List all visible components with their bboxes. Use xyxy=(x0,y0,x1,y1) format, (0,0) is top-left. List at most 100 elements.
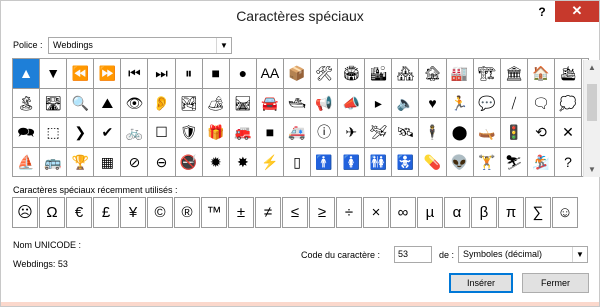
recent-character[interactable]: π xyxy=(498,197,524,228)
recent-character[interactable]: Ω xyxy=(39,197,65,228)
couple-icon[interactable]: 🚻 xyxy=(365,147,393,177)
recent-character[interactable]: ® xyxy=(174,197,200,228)
pause-icon[interactable]: ⏸ xyxy=(175,59,203,89)
ship-icon[interactable]: 🛳 xyxy=(555,59,583,89)
close-button[interactable]: Fermer xyxy=(522,273,589,293)
city-icon[interactable]: 🏙 xyxy=(365,59,393,89)
recent-character[interactable]: µ xyxy=(417,197,443,228)
phone-icon[interactable]: ▯ xyxy=(284,147,312,177)
factory-icon[interactable]: 🏭 xyxy=(446,59,474,89)
question-icon[interactable]: ? xyxy=(555,147,583,177)
comment-icon[interactable]: 💭 xyxy=(555,88,583,118)
font-size-icon[interactable]: AA xyxy=(256,59,284,89)
camping-icon[interactable]: 🏕 xyxy=(202,88,230,118)
recent-character[interactable]: × xyxy=(363,197,389,228)
package-icon[interactable]: 📦 xyxy=(284,59,312,89)
recent-character[interactable]: © xyxy=(147,197,173,228)
museum-icon[interactable]: 🏛 xyxy=(500,59,528,89)
skip-forward-icon[interactable]: ⏭ xyxy=(148,59,176,89)
discussion-icon[interactable]: 🗪 xyxy=(13,118,41,148)
prohibited-icon[interactable]: ⊖ xyxy=(148,147,176,177)
house-icon[interactable]: 🏠 xyxy=(527,59,555,89)
airplane-icon[interactable]: ✈ xyxy=(338,118,366,148)
chat-icon[interactable]: 🗨 xyxy=(527,88,555,118)
recent-character[interactable]: ≤ xyxy=(282,197,308,228)
font-select[interactable]: Webdings ▼ xyxy=(48,37,232,54)
rewind-icon[interactable]: ⏪ xyxy=(67,59,95,89)
megaphone-icon[interactable]: 📢 xyxy=(311,88,339,118)
record-icon[interactable]: ● xyxy=(229,59,257,89)
recent-character[interactable]: ☹ xyxy=(12,197,38,228)
recent-character[interactable]: β xyxy=(471,197,497,228)
bicycle-icon[interactable]: 🚲 xyxy=(121,118,149,148)
scroll-down-icon[interactable]: ▼ xyxy=(584,162,600,177)
fast-forward-icon[interactable]: ⏩ xyxy=(94,59,122,89)
recent-character[interactable]: ¥ xyxy=(120,197,146,228)
sailing-icon[interactable]: ⛵ xyxy=(13,147,41,177)
slash-icon[interactable]: ⧸ xyxy=(500,88,528,118)
chevron-down-icon[interactable]: ▼ xyxy=(572,247,587,262)
scroll-thumb[interactable] xyxy=(587,84,597,121)
building-icon[interactable]: 🏚 xyxy=(419,59,447,89)
recent-character[interactable]: ∞ xyxy=(390,197,416,228)
fire-truck-icon[interactable]: 🚒 xyxy=(229,118,257,148)
trophy-icon[interactable]: 🏆 xyxy=(67,147,95,177)
volume-icon[interactable]: 🔈 xyxy=(392,88,420,118)
recent-character[interactable]: ÷ xyxy=(336,197,362,228)
industry-icon[interactable]: 🏗 xyxy=(473,59,501,89)
scroll-up-icon[interactable]: ▲ xyxy=(584,60,600,75)
baby-icon[interactable]: 🚼 xyxy=(392,147,420,177)
snowboarder-icon[interactable]: 🏂 xyxy=(527,147,555,177)
recent-character[interactable]: ≠ xyxy=(255,197,281,228)
lightning-icon[interactable]: ⚡ xyxy=(256,147,284,177)
triangle-up-icon[interactable]: ▲ xyxy=(13,59,41,89)
stop-icon[interactable]: ■ xyxy=(202,59,230,89)
weightlifter-icon[interactable]: 🏋 xyxy=(473,147,501,177)
traffic-icon[interactable]: 🚦 xyxy=(500,118,528,148)
pill-icon[interactable]: 💊 xyxy=(419,147,447,177)
character-code-input[interactable]: 53 xyxy=(394,246,432,263)
dashed-box-icon[interactable]: ⬚ xyxy=(40,118,68,148)
tools-icon[interactable]: 🛠 xyxy=(311,59,339,89)
skip-back-icon[interactable]: ⏮ xyxy=(121,59,149,89)
satellite-icon[interactable]: 🛰 xyxy=(392,118,420,148)
speaker-icon[interactable]: 📣 xyxy=(338,88,366,118)
ambulance-icon[interactable]: 🚑 xyxy=(284,118,312,148)
circle-icon[interactable]: ⬤ xyxy=(446,118,474,148)
explosion-icon[interactable]: ✹ xyxy=(202,147,230,177)
recent-character[interactable]: ™ xyxy=(201,197,227,228)
check-icon[interactable]: ✔ xyxy=(94,118,122,148)
eye-icon[interactable]: 👁 xyxy=(121,88,149,118)
grid-scrollbar[interactable]: ▲ ▼ xyxy=(583,60,600,177)
flag-icon[interactable]: ▸ xyxy=(365,88,393,118)
woman-icon[interactable]: 🚺 xyxy=(338,147,366,177)
speech-bubble-icon[interactable]: 💬 xyxy=(473,88,501,118)
recent-character[interactable]: ∑ xyxy=(525,197,551,228)
recent-character[interactable]: ≥ xyxy=(309,197,335,228)
recent-character[interactable]: ± xyxy=(228,197,254,228)
recent-character[interactable]: £ xyxy=(93,197,119,228)
magnifier-icon[interactable]: 🔍 xyxy=(67,88,95,118)
recent-character[interactable]: € xyxy=(66,197,92,228)
stadium-icon[interactable]: 🏟 xyxy=(338,59,366,89)
shield-icon[interactable]: 🛡 xyxy=(175,118,203,148)
empty-square-icon[interactable]: ☐ xyxy=(148,118,176,148)
chevron-icon[interactable]: ❯ xyxy=(67,118,95,148)
island-icon[interactable]: 🏝 xyxy=(13,88,41,118)
skier-icon[interactable]: ⛷ xyxy=(500,147,528,177)
landscape-icon[interactable]: 🏞 xyxy=(175,88,203,118)
ear-icon[interactable]: 👂 xyxy=(148,88,176,118)
tiles-icon[interactable]: ▦ xyxy=(94,147,122,177)
help-button[interactable]: ? xyxy=(535,4,549,20)
car-icon[interactable]: 🚘 xyxy=(256,88,284,118)
recent-character[interactable]: α xyxy=(444,197,470,228)
man-icon[interactable]: 🚹 xyxy=(311,147,339,177)
cruise-icon[interactable]: 🛥 xyxy=(284,88,312,118)
no-entry-icon[interactable]: ⊘ xyxy=(121,147,149,177)
triangle-down-icon[interactable]: ▼ xyxy=(40,59,68,89)
heart-icon[interactable]: ♥ xyxy=(419,88,447,118)
jet-icon[interactable]: 🛩 xyxy=(365,118,393,148)
houses-icon[interactable]: 🏘 xyxy=(392,59,420,89)
insert-button[interactable]: Insérer xyxy=(449,273,513,293)
road-icon[interactable]: 🛣 xyxy=(40,88,68,118)
